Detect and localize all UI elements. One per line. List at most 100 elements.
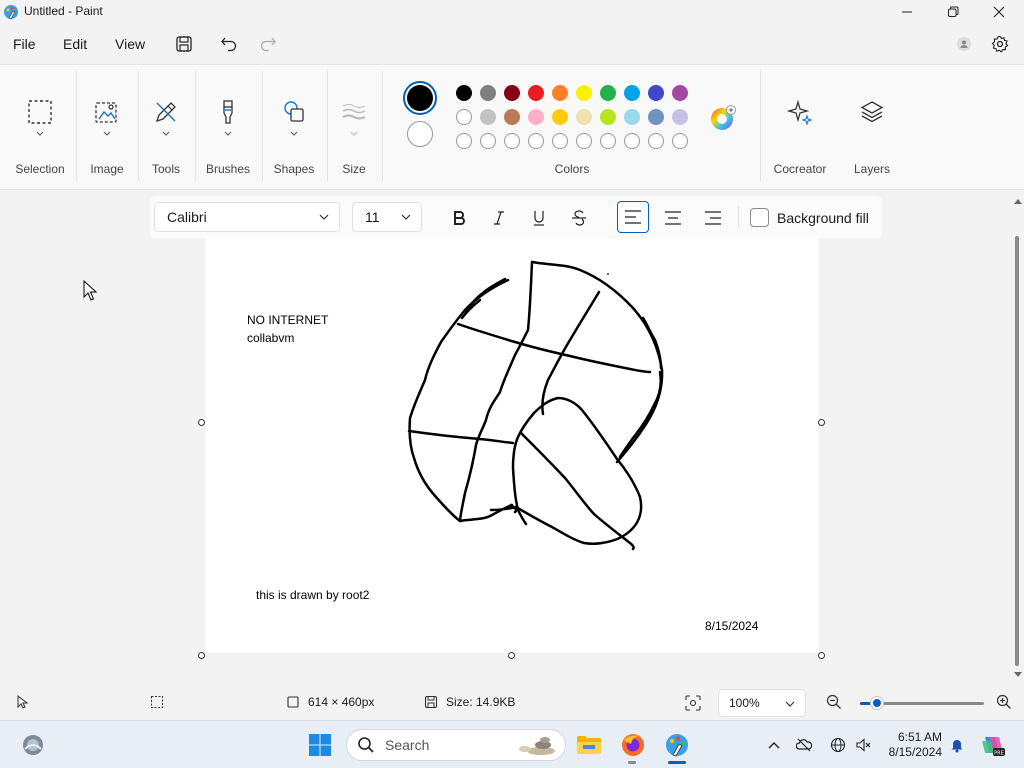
- color-swatch[interactable]: [576, 85, 592, 101]
- color-swatch[interactable]: [456, 109, 472, 125]
- start-button[interactable]: [306, 731, 334, 759]
- tools-button[interactable]: [148, 91, 184, 147]
- custom-color-slot[interactable]: [456, 133, 472, 149]
- color-swatch[interactable]: [600, 85, 616, 101]
- color-swatch[interactable]: [648, 85, 664, 101]
- align-center-button[interactable]: [658, 203, 688, 233]
- taskbar-firefox[interactable]: [619, 731, 647, 759]
- color-swatch[interactable]: [528, 85, 544, 101]
- system-clock[interactable]: 6:51 AM 8/15/2024: [882, 730, 942, 760]
- custom-color-slot[interactable]: [648, 133, 664, 149]
- menu-file[interactable]: File: [13, 36, 36, 52]
- taskbar-paint[interactable]: [663, 731, 691, 759]
- selection-tool-button[interactable]: [22, 91, 58, 147]
- chevron-down-icon: [36, 131, 44, 136]
- shapes-button[interactable]: [276, 91, 312, 147]
- italic-button[interactable]: [484, 203, 514, 233]
- color-swatch[interactable]: [576, 109, 592, 125]
- strikethrough-button[interactable]: [564, 203, 594, 233]
- color-swatch[interactable]: [552, 85, 568, 101]
- zoom-in-button[interactable]: [996, 694, 1012, 710]
- vertical-scrollbar[interactable]: [1012, 196, 1024, 684]
- brushes-button[interactable]: [210, 91, 246, 147]
- color-swatch[interactable]: [456, 85, 472, 101]
- custom-color-slot[interactable]: [504, 133, 520, 149]
- layers-button[interactable]: [854, 91, 890, 147]
- secondary-color-button[interactable]: [407, 121, 433, 147]
- resize-handle-left[interactable]: [198, 419, 205, 426]
- custom-color-slot[interactable]: [624, 133, 640, 149]
- font-family-dropdown[interactable]: Calibri: [154, 202, 340, 232]
- notification-bell-icon[interactable]: [949, 737, 965, 753]
- resize-handle-bottom-left[interactable]: [198, 652, 205, 659]
- widgets-button[interactable]: [19, 731, 47, 759]
- drawing-canvas[interactable]: NO INTERNET collabvm this is drawn by ro…: [205, 238, 819, 653]
- color-swatch[interactable]: [624, 85, 640, 101]
- menu-edit[interactable]: Edit: [63, 36, 87, 52]
- restore-button[interactable]: [930, 0, 976, 24]
- ribbon-divider: [262, 71, 263, 181]
- custom-color-slot[interactable]: [552, 133, 568, 149]
- bold-button[interactable]: [444, 203, 474, 233]
- redo-button[interactable]: [256, 32, 280, 56]
- color-swatch[interactable]: [672, 109, 688, 125]
- volume-muted-icon[interactable]: [855, 737, 871, 753]
- sparkle-icon: [787, 99, 813, 125]
- color-swatch[interactable]: [624, 109, 640, 125]
- zoom-out-button[interactable]: [826, 694, 842, 710]
- color-swatch[interactable]: [600, 109, 616, 125]
- status-bar: 614 × 460px Size: 14.9KB 100%: [0, 686, 1024, 720]
- settings-button[interactable]: [988, 32, 1012, 56]
- fit-to-window-button[interactable]: [685, 695, 701, 711]
- zoom-slider-thumb[interactable]: [871, 697, 884, 709]
- color-swatch[interactable]: [528, 109, 544, 125]
- group-label-size: Size: [342, 162, 366, 176]
- font-size-dropdown[interactable]: 11: [352, 202, 422, 232]
- zoom-slider[interactable]: [860, 697, 984, 709]
- color-swatch[interactable]: [552, 109, 568, 125]
- primary-color-button[interactable]: [403, 81, 437, 115]
- save-icon: [176, 36, 192, 52]
- mouse-cursor-icon: [83, 280, 97, 301]
- color-swatch[interactable]: [504, 85, 520, 101]
- edit-colors-button[interactable]: [710, 105, 736, 131]
- close-button[interactable]: [976, 0, 1022, 24]
- resize-handle-bottom[interactable]: [508, 652, 515, 659]
- menu-view[interactable]: View: [115, 36, 145, 52]
- color-swatch[interactable]: [504, 109, 520, 125]
- minimize-button[interactable]: [884, 0, 930, 24]
- background-fill-toggle[interactable]: Background fill: [750, 208, 869, 227]
- color-swatch[interactable]: [672, 85, 688, 101]
- onedrive-offline-icon[interactable]: [796, 737, 812, 753]
- zoom-dropdown[interactable]: 100%: [718, 689, 806, 717]
- vertical-scrollbar-thumb[interactable]: [1015, 236, 1019, 666]
- custom-color-slot[interactable]: [528, 133, 544, 149]
- align-left-button[interactable]: [617, 201, 649, 233]
- account-button[interactable]: [952, 32, 976, 56]
- image-icon: [95, 102, 117, 123]
- cocreator-button[interactable]: [782, 91, 818, 147]
- taskbar-file-explorer[interactable]: [575, 731, 603, 759]
- color-swatch[interactable]: [480, 109, 496, 125]
- freehand-drawing: [407, 260, 664, 551]
- size-button[interactable]: [336, 91, 372, 147]
- resize-handle-bottom-right[interactable]: [818, 652, 825, 659]
- custom-color-slot[interactable]: [600, 133, 616, 149]
- taskbar-search-box[interactable]: Search: [346, 729, 566, 761]
- custom-color-slot[interactable]: [576, 133, 592, 149]
- underline-button[interactable]: [524, 203, 554, 233]
- taskbar-copilot[interactable]: PRE: [978, 731, 1006, 759]
- background-fill-checkbox[interactable]: [750, 208, 769, 227]
- color-swatch[interactable]: [648, 109, 664, 125]
- align-right-button[interactable]: [698, 203, 728, 233]
- image-tool-button[interactable]: [89, 91, 125, 147]
- save-button[interactable]: [172, 32, 196, 56]
- resize-handle-right[interactable]: [818, 419, 825, 426]
- custom-color-slot[interactable]: [672, 133, 688, 149]
- network-globe-icon[interactable]: [830, 737, 846, 753]
- custom-color-slot[interactable]: [480, 133, 496, 149]
- color-swatch[interactable]: [480, 85, 496, 101]
- undo-button[interactable]: [217, 32, 241, 56]
- fit-to-window-icon: [685, 695, 701, 711]
- chevron-up-icon[interactable]: [766, 737, 782, 753]
